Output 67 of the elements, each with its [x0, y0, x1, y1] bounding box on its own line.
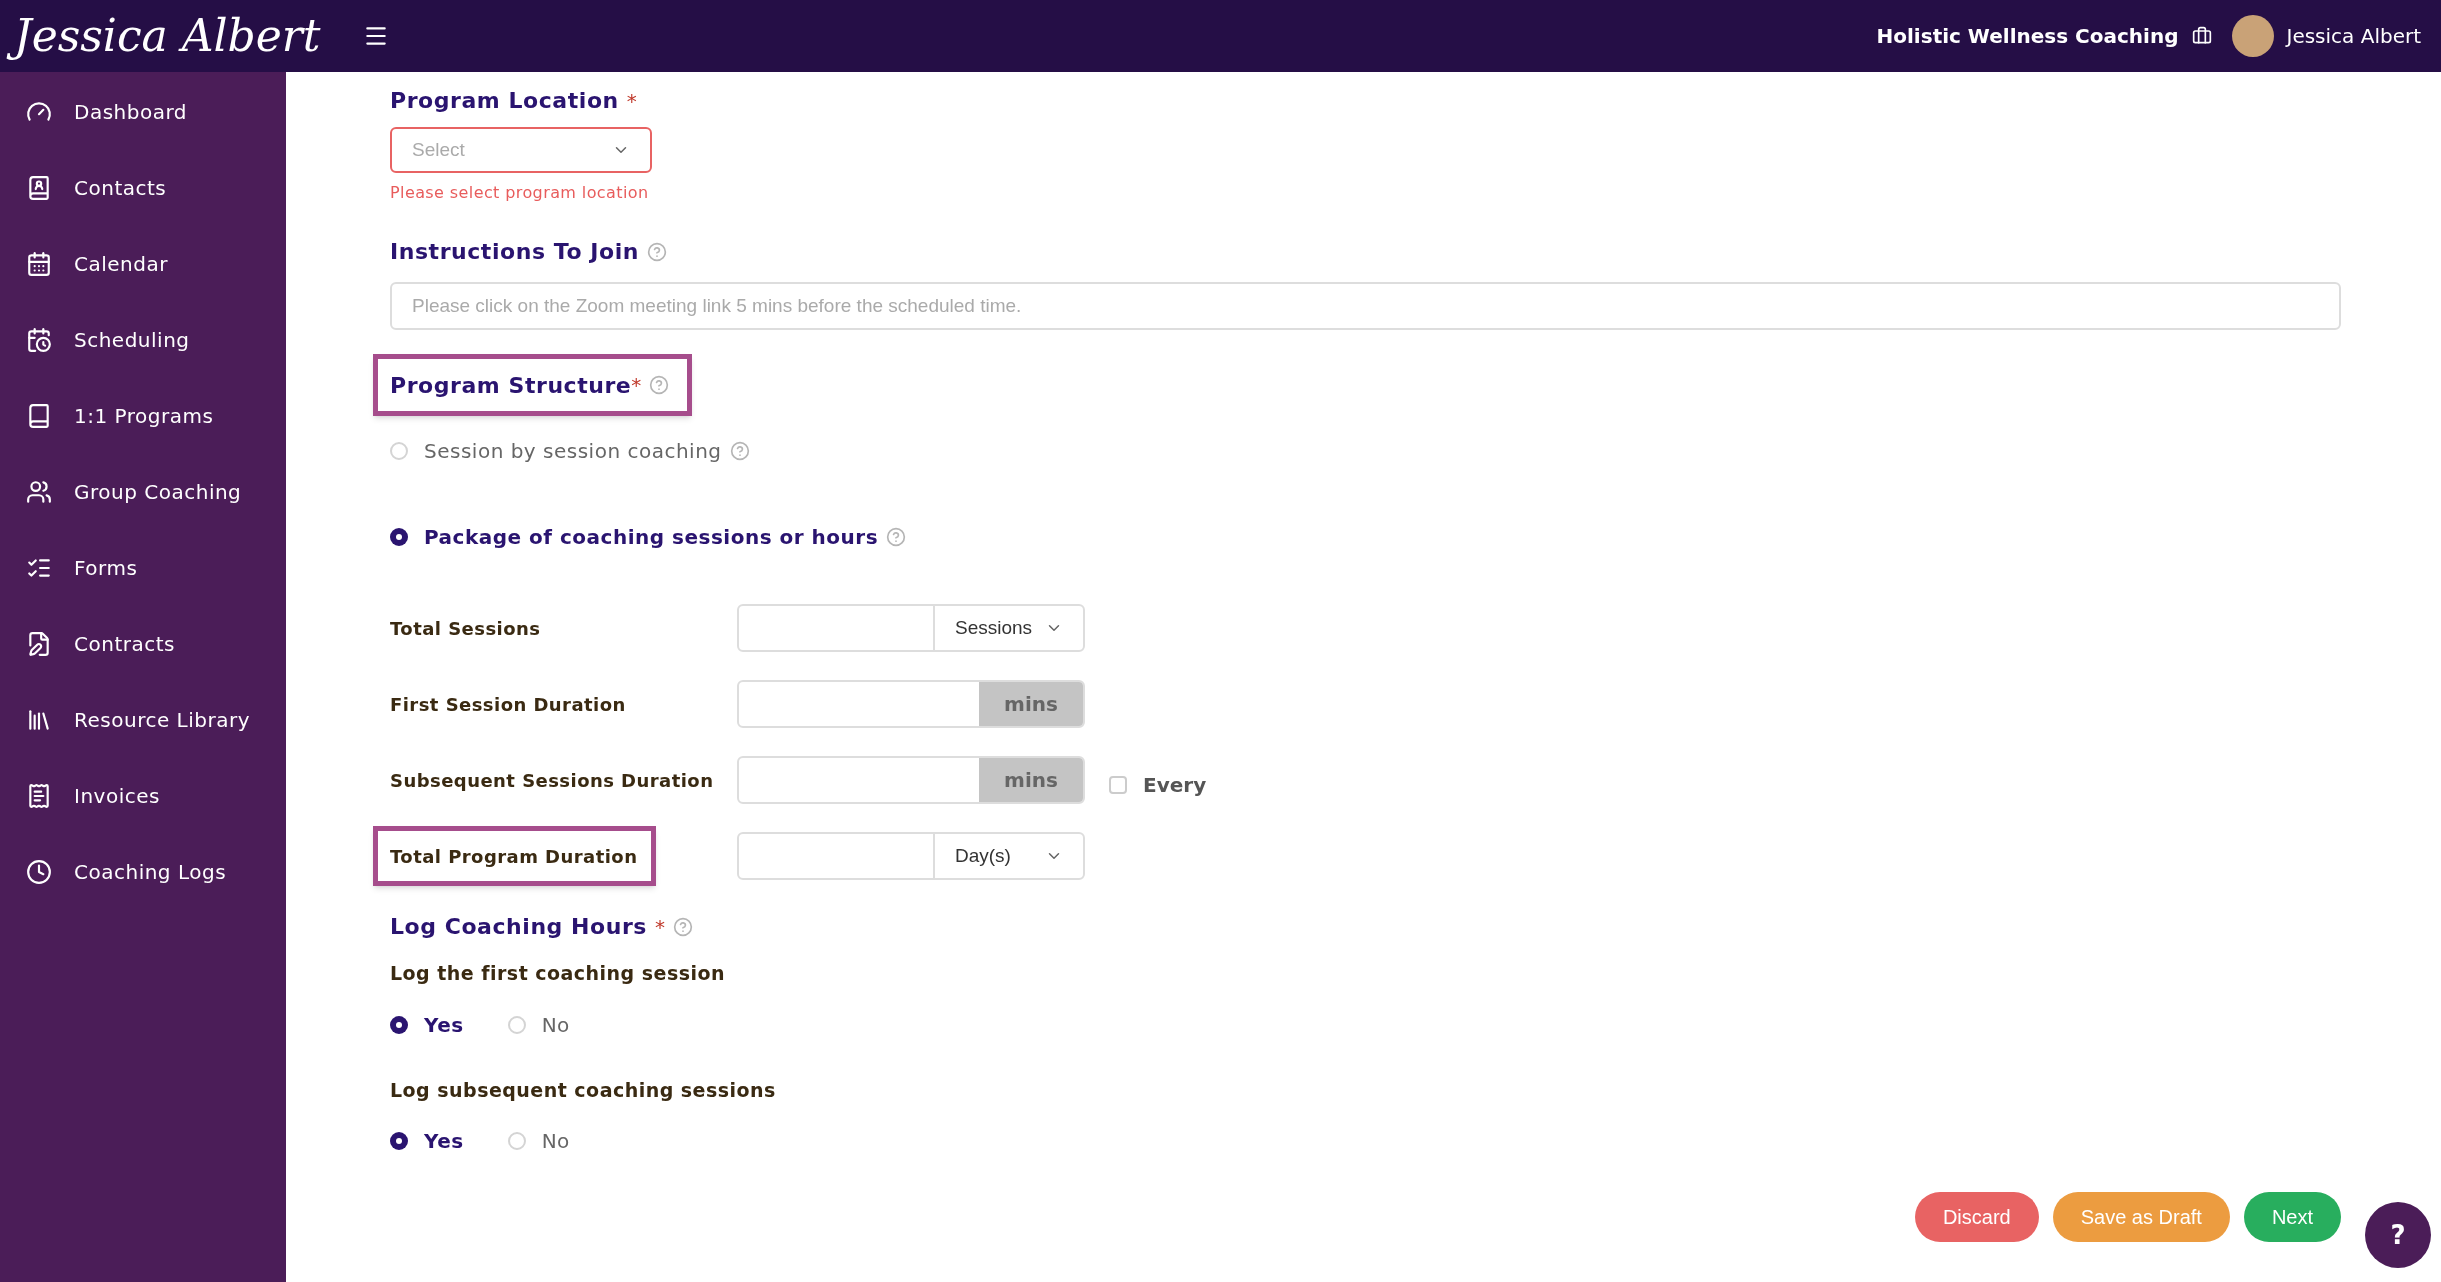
checkbox[interactable]	[1109, 776, 1127, 794]
unit-addon: mins	[979, 758, 1083, 802]
clock-icon	[26, 859, 52, 885]
help-icon[interactable]	[646, 241, 667, 262]
unit-addon: mins	[979, 682, 1083, 726]
address-book-icon	[26, 175, 52, 201]
help-icon[interactable]	[649, 375, 670, 395]
question-label: Log subsequent coaching sessions	[390, 1077, 777, 1103]
radio-button[interactable]	[390, 1015, 408, 1034]
help-icon[interactable]	[886, 527, 907, 547]
radio-button[interactable]	[507, 1132, 526, 1150]
required-mark: *	[626, 87, 637, 115]
sidebar-item[interactable]: Calendar	[0, 248, 286, 280]
sidebar-item[interactable]: Contacts	[0, 172, 286, 204]
sidebar-item[interactable]: 1:1 Programs	[0, 400, 286, 432]
books-icon	[26, 707, 52, 733]
section-title: Log Coaching Hours	[390, 913, 647, 941]
sidebar-item[interactable]: Scheduling	[0, 324, 286, 356]
radio-label: No	[541, 1128, 570, 1155]
help-icon[interactable]	[729, 441, 750, 461]
book-icon	[26, 403, 52, 429]
radio-button[interactable]	[390, 442, 408, 460]
sidebar-item[interactable]: Forms	[0, 552, 286, 584]
radio-label: Package of coaching sessions or hours	[424, 524, 879, 551]
select-placeholder: Select	[412, 137, 465, 162]
required-mark: *	[631, 372, 642, 399]
receipt-icon	[26, 783, 52, 809]
avatar[interactable]	[2232, 15, 2275, 57]
briefcase-icon[interactable]	[2192, 26, 2213, 46]
field-label: Total Sessions	[389, 616, 542, 641]
radio-button[interactable]	[507, 1015, 526, 1034]
section-title: Program Location	[390, 87, 619, 115]
field-label: Total Program Duration	[373, 826, 657, 886]
help-button[interactable]: ?	[2365, 1202, 2431, 1268]
pen-document-icon	[26, 631, 52, 657]
users-icon	[26, 479, 52, 505]
calendar-clock-icon	[26, 327, 52, 353]
logo: Jessica Albert	[0, 6, 335, 66]
help-icon[interactable]	[673, 916, 693, 937]
radio-button[interactable]	[390, 1132, 408, 1150]
user-name[interactable]: Jessica Albert	[2286, 21, 2421, 51]
calendar-icon	[26, 251, 52, 277]
business-name[interactable]: Holistic Wellness Coaching	[1876, 21, 2179, 51]
number-input-group[interactable]: Day(s)	[737, 832, 1085, 880]
radio-label: No	[541, 1011, 570, 1039]
required-mark: *	[655, 913, 665, 941]
sidebar-item[interactable]: Dashboard	[0, 96, 286, 128]
unit-select[interactable]: Day(s)	[935, 834, 1083, 878]
field-label: Subsequent Sessions Duration	[389, 768, 715, 793]
number-input-group[interactable]: Sessions	[737, 604, 1085, 652]
sidebar-item[interactable]: Coaching Logs	[0, 856, 286, 888]
sidebar-item[interactable]: Resource Library	[0, 704, 286, 736]
radio-button[interactable]	[390, 528, 408, 546]
unit-select[interactable]: Sessions	[935, 606, 1083, 650]
sidebar-item[interactable]: Invoices	[0, 780, 286, 812]
instructions-field[interactable]: Please click on the Zoom meeting link 5 mins before the scheduled time.	[390, 282, 2341, 330]
question-label: Log the first coaching session	[390, 961, 726, 986]
error-message: Please select program location	[390, 182, 650, 204]
radio-label: Yes	[424, 1128, 464, 1155]
radio-label: Yes	[424, 1011, 464, 1039]
field-label: First Session Duration	[389, 692, 627, 717]
checkbox-label: Every	[1143, 772, 1207, 799]
sidebar-item[interactable]: Group Coaching	[0, 476, 286, 508]
section-title: Instructions To Join	[390, 238, 639, 266]
sidebar-item[interactable]: Contracts	[0, 628, 286, 660]
radio-label: Session by session coaching	[424, 438, 722, 465]
section-title: Program Structure	[390, 371, 632, 400]
